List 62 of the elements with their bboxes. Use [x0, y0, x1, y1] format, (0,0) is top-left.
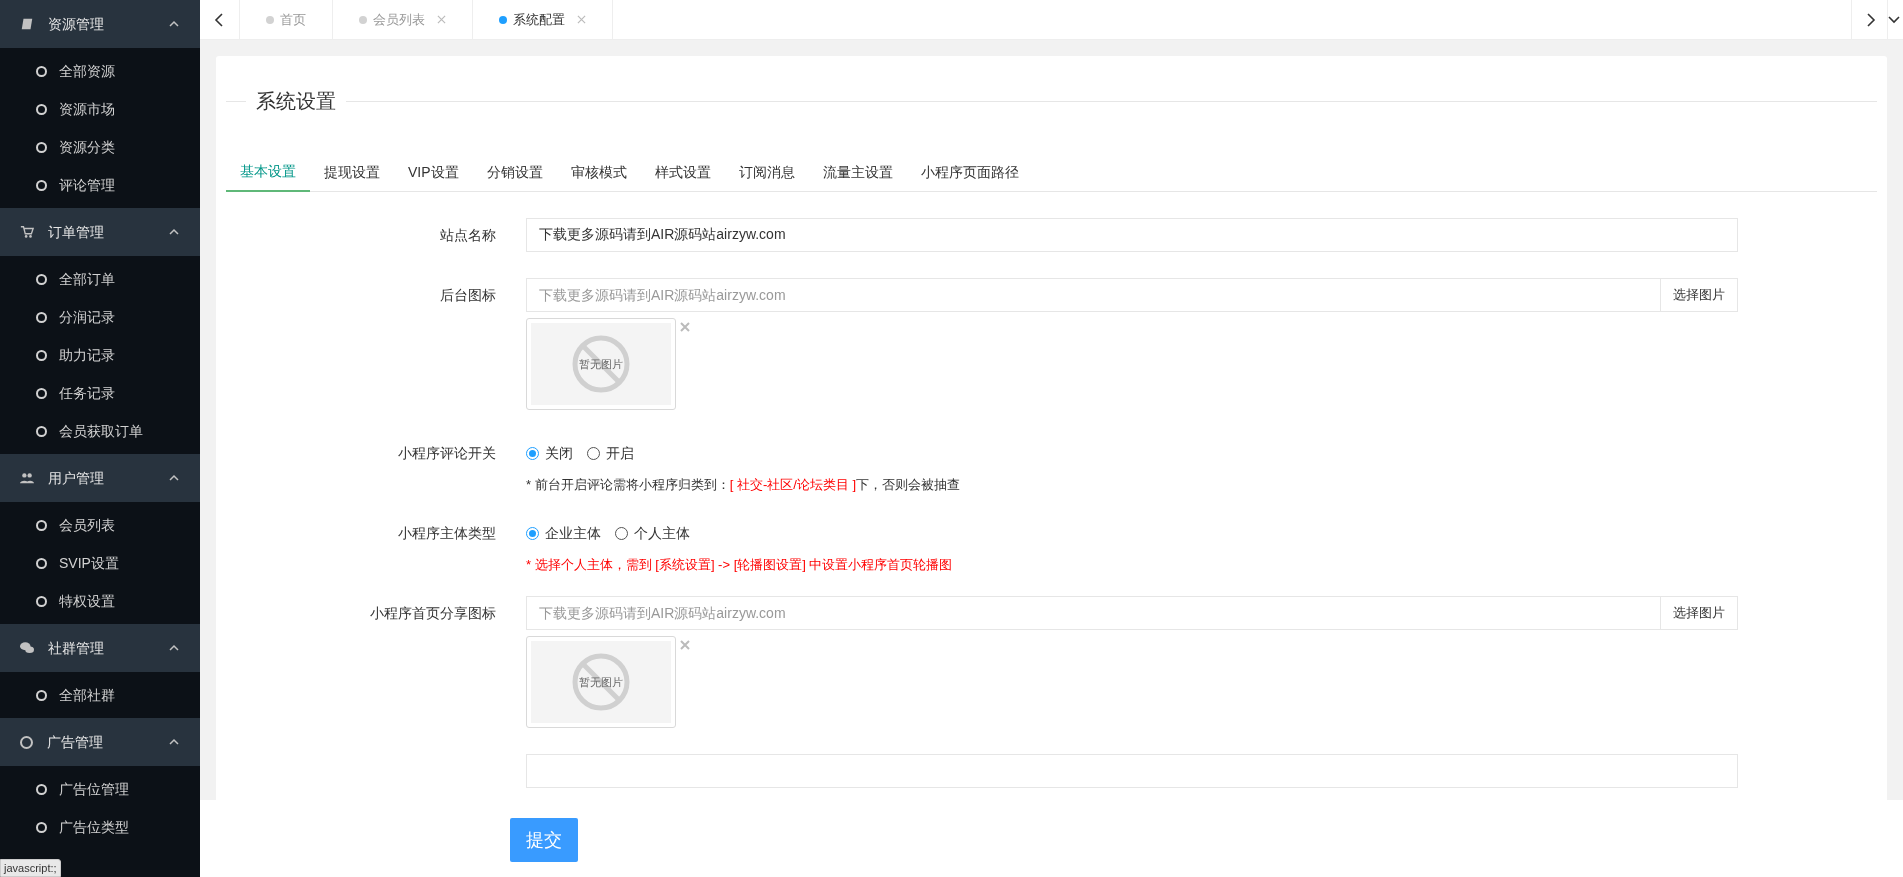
- sidebar-group-header[interactable]: 社群管理: [0, 624, 200, 672]
- sidebar-item[interactable]: 资源市场: [0, 90, 200, 128]
- radio-option[interactable]: 个人主体: [615, 522, 690, 544]
- settings-tab[interactable]: 提现设置: [310, 152, 394, 192]
- input-field[interactable]: 下载更多源码请到AIR源码站airzyw.com: [526, 596, 1661, 630]
- radio-option[interactable]: 企业主体: [526, 522, 601, 544]
- sidebar-item[interactable]: 任务记录: [0, 374, 200, 412]
- chevron-down-icon: [1888, 13, 1900, 26]
- sidebar-item[interactable]: 资源分类: [0, 128, 200, 166]
- close-icon[interactable]: [680, 322, 690, 332]
- sidebar-item[interactable]: 全部社群: [0, 676, 200, 714]
- cart-icon: [20, 225, 34, 239]
- no-image-text: 暂无图片: [579, 356, 623, 372]
- users-icon: [20, 471, 34, 485]
- radio-option[interactable]: 关闭: [526, 442, 573, 464]
- chat-icon: [20, 641, 34, 655]
- select-image-button[interactable]: 选择图片: [1661, 278, 1738, 312]
- settings-tab[interactable]: 样式设置: [640, 152, 725, 192]
- settings-tab[interactable]: 订阅消息: [724, 152, 809, 192]
- sidebar-item[interactable]: 评论管理: [0, 166, 200, 204]
- settings-tab[interactable]: 基本设置: [226, 152, 310, 192]
- sidebar-item[interactable]: 分润记录: [0, 298, 200, 336]
- input-field[interactable]: 下载更多源码请到AIR源码站airzyw.com: [526, 218, 1738, 252]
- sidebar-item[interactable]: 全部订单: [0, 260, 200, 298]
- dropdown-button[interactable]: [1887, 0, 1903, 39]
- input-field[interactable]: 下载更多源码请到AIR源码站airzyw.com: [526, 278, 1661, 312]
- section-title: 系统设置: [255, 89, 337, 114]
- no-image-text: 暂无图片: [579, 674, 623, 690]
- settings-tab[interactable]: 流量主设置: [808, 152, 907, 192]
- field-label: 后台图标: [439, 286, 497, 305]
- sidebar-group-header[interactable]: 用户管理: [0, 454, 200, 502]
- sidebar-item[interactable]: 特权设置: [0, 582, 200, 620]
- close-icon[interactable]: [680, 640, 690, 650]
- select-image-button[interactable]: 选择图片: [1661, 596, 1738, 630]
- sidebar-item[interactable]: 广告位类型: [0, 808, 200, 846]
- field-label: 小程序首页分享图标: [369, 604, 497, 623]
- chevron-left-icon: [213, 12, 226, 27]
- sidebar-group-header[interactable]: 订单管理: [0, 208, 200, 256]
- hint-text: * 前台开启评论需将小程序归类到：[ 社交-社区/论坛类目 ]下，否则会被抽查: [526, 476, 962, 494]
- sidebar-item[interactable]: 广告位管理: [0, 770, 200, 808]
- settings-tab[interactable]: 审核模式: [556, 152, 641, 192]
- close-icon[interactable]: [577, 15, 586, 24]
- field-label: 小程序评论开关: [397, 444, 497, 463]
- close-icon[interactable]: [437, 15, 446, 24]
- sidebar-item[interactable]: 会员获取订单: [0, 412, 200, 450]
- settings-tab[interactable]: 分销设置: [472, 152, 557, 192]
- sidebar-item[interactable]: 会员列表: [0, 506, 200, 544]
- sidebar-item[interactable]: SVIP设置: [0, 544, 200, 582]
- field-label: 小程序主体类型: [397, 524, 497, 543]
- hint-text: * 选择个人主体，需到 [系统设置] -> [轮播图设置] 中设置小程序首页轮播图: [526, 556, 954, 574]
- page-tab[interactable]: 系统配置: [473, 0, 613, 39]
- radio-option[interactable]: 开启: [587, 442, 634, 464]
- settings-tab[interactable]: VIP设置: [394, 152, 473, 192]
- no-image-icon: [571, 652, 631, 712]
- field-label: 站点名称: [439, 226, 497, 245]
- sidebar-group-header[interactable]: 广告管理: [0, 718, 200, 766]
- sidebar-item[interactable]: 全部资源: [0, 52, 200, 90]
- sidebar-item[interactable]: 助力记录: [0, 336, 200, 374]
- settings-tab[interactable]: 小程序页面路径: [906, 152, 1033, 192]
- sidebar-group-header[interactable]: 资源管理: [0, 0, 200, 48]
- input-field[interactable]: [526, 754, 1738, 788]
- no-image-icon: [571, 334, 631, 394]
